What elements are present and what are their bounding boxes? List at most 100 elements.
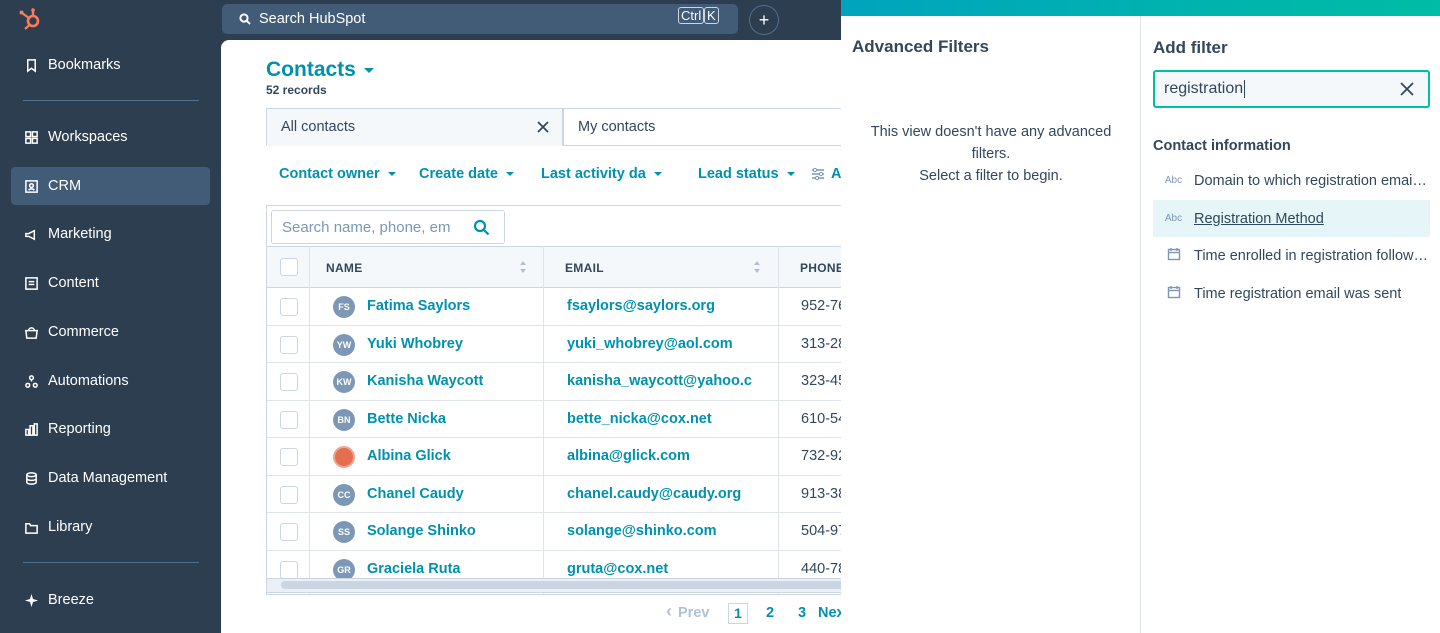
contact-email-link[interactable]: bette_nicka@cox.net [567, 411, 757, 427]
chevron-left-icon: ‹ [666, 601, 672, 621]
pagination-page-1[interactable]: 1 [728, 603, 748, 624]
contact-phone: 313-28 [801, 335, 847, 352]
sidebar-item-breeze[interactable]: Breeze [11, 581, 210, 619]
sidebar-item-reporting[interactable]: Reporting [11, 410, 210, 448]
horizontal-scrollbar[interactable] [266, 578, 861, 593]
filter-option[interactable]: Time registration email was sent [1153, 275, 1430, 312]
bookmark-icon [23, 57, 39, 73]
sidebar-item-data-management[interactable]: Data Management [11, 459, 210, 497]
contact-phone: 504-97 [801, 523, 847, 539]
avatar: YW [333, 333, 355, 356]
filter-search-input[interactable]: registration [1153, 70, 1430, 108]
close-icon[interactable] [536, 120, 550, 134]
scrollbar-thumb[interactable] [281, 581, 861, 589]
row-checkbox[interactable] [280, 335, 298, 354]
filter-contact-owner[interactable]: Contact owner [279, 166, 396, 182]
global-search-input[interactable]: Search HubSpot [222, 4, 738, 34]
table-row: YW Yuki Whobrey yuki_whobrey@aol.com 313-28 [267, 326, 861, 363]
tab-my-contacts[interactable]: My contacts [563, 108, 861, 146]
chevron-down-icon [363, 67, 374, 73]
filter-option[interactable]: Abc Domain to which registration email .… [1153, 162, 1430, 199]
row-checkbox[interactable] [280, 410, 298, 429]
create-new-button[interactable]: + [749, 5, 779, 35]
contact-name-link[interactable]: Fatima Saylors [367, 298, 470, 314]
column-header-phone[interactable]: PHONE [800, 247, 844, 288]
pagination-page-2[interactable]: 2 [766, 605, 774, 621]
row-checkbox[interactable] [280, 373, 298, 391]
pagination-page-3[interactable]: 3 [798, 605, 806, 621]
contact-name-link[interactable]: Albina Glick [367, 448, 451, 464]
hubspot-logo-icon[interactable] [18, 7, 44, 31]
filter-lead-status[interactable]: Lead status [698, 166, 795, 182]
sort-icon[interactable] [753, 260, 761, 274]
sidebar-item-content[interactable]: Content [11, 264, 210, 302]
sidebar-item-workspaces[interactable]: Workspaces [11, 118, 210, 156]
filter-last-activity-date[interactable]: Last activity da [541, 166, 662, 182]
column-header-name[interactable]: NAME [326, 247, 363, 288]
filter-option[interactable]: Time enrolled in registration follow u..… [1153, 237, 1430, 274]
calendar-icon [1153, 247, 1194, 264]
text-property-icon: Abc [1164, 175, 1183, 186]
contact-email-link[interactable]: solange@shinko.com [567, 523, 757, 539]
pagination-prev-button[interactable]: ‹ Prev [666, 601, 709, 622]
contact-email-link[interactable]: gruta@cox.net [567, 561, 757, 577]
table-search-input[interactable]: Search name, phone, em [271, 210, 505, 244]
chevron-down-icon [505, 172, 514, 176]
avatar: KW [333, 371, 355, 393]
sidebar-item-automations[interactable]: Automations [11, 362, 210, 400]
contact-name-link[interactable]: Bette Nicka [367, 411, 446, 427]
select-all-checkbox[interactable] [280, 258, 298, 276]
row-checkbox[interactable] [280, 523, 298, 541]
tab-all-contacts[interactable]: All contacts [266, 108, 563, 146]
contact-phone: 440-78 [801, 560, 847, 577]
row-checkbox[interactable] [280, 448, 298, 466]
advanced-filters-button[interactable]: A [811, 166, 841, 182]
filter-create-date[interactable]: Create date [419, 166, 514, 182]
filter-option[interactable]: Abc Registration Method [1153, 200, 1430, 237]
contact-email-link[interactable]: chanel.caudy@caudy.org [567, 486, 757, 502]
contact-email-link[interactable]: fsaylors@saylors.org [567, 298, 757, 314]
contact-name-link[interactable]: Chanel Caudy [367, 486, 464, 502]
automations-icon [23, 373, 39, 389]
chevron-down-icon [387, 172, 396, 176]
table-row: CC Chanel Caudy chanel.caudy@caudy.org 913-… [267, 476, 861, 513]
contact-name-link[interactable]: Graciela Ruta [367, 561, 461, 577]
sidebar-item-crm[interactable]: CRM [11, 167, 210, 205]
column-header-email[interactable]: EMAIL [565, 247, 604, 288]
row-checkbox[interactable] [280, 485, 298, 504]
sidebar-item-library[interactable]: Library [11, 508, 210, 546]
sidebar-item-marketing[interactable]: Marketing [11, 215, 210, 253]
sidebar-item-commerce[interactable]: Commerce [11, 313, 210, 351]
search-icon[interactable] [473, 219, 490, 236]
shortcut-ctrl-key: Ctrl [678, 7, 705, 24]
sort-icon[interactable] [519, 260, 527, 274]
contact-email-link[interactable]: albina@glick.com [567, 448, 757, 464]
contact-phone: 323-45 [801, 373, 847, 389]
row-checkbox[interactable] [280, 298, 298, 316]
table-row: SS Solange Shinko solange@shinko.com 504-97 [267, 513, 861, 551]
contact-name-link[interactable]: Kanisha Waycott [367, 373, 483, 389]
sidebar: Bookmarks Workspaces CRM Marketing Conte… [0, 0, 221, 633]
data-management-icon [23, 470, 39, 486]
advanced-filters-title: Advanced Filters [852, 37, 989, 56]
contact-name-link[interactable]: Yuki Whobrey [367, 336, 463, 352]
table-row: FS Fatima Saylors fsaylors@saylors.org 952-… [267, 288, 861, 326]
row-checkbox[interactable] [280, 560, 298, 579]
text-cursor [1244, 80, 1246, 98]
reporting-icon [23, 421, 39, 437]
record-count: 52 records [266, 83, 327, 97]
contact-name-link[interactable]: Solange Shinko [367, 523, 476, 539]
chevron-down-icon [786, 172, 795, 176]
advanced-filters-section: Advanced Filters This view doesn't have … [841, 16, 1141, 633]
clear-icon[interactable] [1400, 82, 1414, 96]
contact-email-link[interactable]: kanisha_waycott@yahoo.c [567, 373, 757, 389]
sliders-icon [812, 167, 824, 181]
sidebar-divider [23, 562, 199, 563]
sidebar-item-bookmarks[interactable]: Bookmarks [11, 46, 210, 84]
contact-email-link[interactable]: yuki_whobrey@aol.com [567, 336, 757, 352]
page-title[interactable]: Contacts [266, 58, 374, 82]
table-row: BN Bette Nicka bette_nicka@cox.net 610-54 [267, 401, 861, 438]
add-filter-title: Add filter [1153, 38, 1228, 57]
chevron-down-icon [653, 172, 662, 176]
table-header: NAME EMAIL PHONE [267, 246, 861, 288]
